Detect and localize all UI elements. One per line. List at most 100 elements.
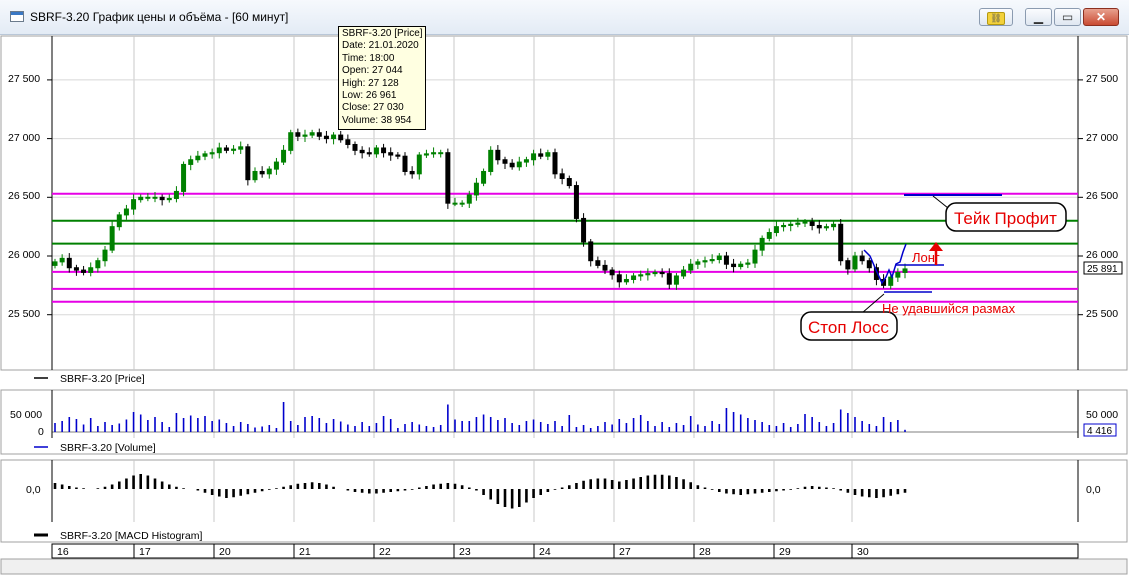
candle-body — [773, 226, 779, 234]
candle-body — [852, 255, 858, 270]
candle-body — [902, 268, 908, 273]
candle-body — [95, 260, 101, 269]
candle-body — [395, 154, 401, 157]
candle-body — [366, 152, 372, 155]
candle-body — [152, 196, 158, 199]
candle-body — [373, 147, 379, 155]
candle-body — [516, 161, 522, 168]
candle[interactable] — [245, 143, 251, 186]
candle-body — [145, 196, 151, 199]
pin-button[interactable]: ⛓ — [979, 8, 1013, 26]
horizontal-scrollbar[interactable] — [0, 558, 1128, 575]
candle-body — [216, 147, 222, 154]
stop-loss-label: Стоп Лосс — [808, 318, 889, 337]
candle-body — [66, 257, 72, 269]
y-tick-left: 26 000 — [8, 249, 40, 261]
candle-body — [623, 278, 629, 283]
minimize-button[interactable]: ▁ — [1025, 8, 1052, 26]
candle-tooltip: SBRF-3.20 [Price] Date: 21.01.2020 Time:… — [338, 26, 426, 130]
candle-body — [895, 271, 901, 278]
date-label: 28 — [699, 546, 711, 558]
candle-body — [73, 267, 79, 271]
candle-body — [345, 139, 351, 145]
candle-body — [752, 249, 758, 264]
chart-window-icon — [10, 11, 24, 22]
candle-body — [438, 152, 444, 155]
price-legend: SBRF-3.20 [Price] — [60, 373, 145, 385]
candle-body — [445, 152, 451, 204]
candle-body — [488, 149, 494, 172]
candle-body — [495, 149, 501, 161]
candle-body — [245, 146, 251, 181]
date-label: 22 — [379, 546, 391, 558]
candle[interactable] — [481, 168, 487, 187]
price-panel[interactable]: 27 500 27 000 26 500 26 000 25 500 27 50… — [0, 35, 1128, 385]
maximize-button[interactable]: ▭ — [1054, 8, 1081, 26]
tooltip-line: Open: 27 044 — [342, 65, 403, 77]
candle-body — [731, 263, 737, 268]
candle-body — [831, 223, 837, 228]
candle-body — [559, 173, 565, 180]
candle-body — [716, 255, 722, 261]
candle-body — [338, 134, 344, 141]
candle-body — [638, 274, 644, 277]
candle-body — [759, 237, 765, 251]
macd-tick-right: 0,0 — [1086, 484, 1101, 496]
candle-body — [381, 147, 387, 154]
candle-body — [531, 153, 537, 161]
chart-area[interactable]: 27 500 27 000 26 500 26 000 25 500 27 50… — [0, 35, 1129, 575]
candle-body — [195, 155, 201, 161]
tooltip-line: Volume: 38 954 — [342, 114, 412, 126]
candle-body — [602, 264, 608, 271]
y-tick-left: 27 500 — [8, 73, 40, 85]
candle[interactable] — [581, 213, 587, 247]
tooltip-line: High: 27 128 — [342, 77, 399, 89]
candle-body — [738, 263, 744, 268]
date-label: 27 — [619, 546, 631, 558]
volume-panel[interactable]: 50 000 0 50 000 4 416 SBRF-3.20 [Volume] — [0, 389, 1128, 455]
volume-tick-left-zero: 0 — [38, 426, 44, 438]
candle-body — [159, 196, 165, 201]
minimize-icon: ▁ — [1033, 10, 1044, 24]
candle-body — [188, 159, 194, 165]
time-axis[interactable]: 16 17 20 21 22 23 24 27 28 29 30 — [0, 543, 1128, 575]
candle-body — [331, 134, 337, 140]
candle-body — [845, 260, 851, 270]
y-tick-left: 26 500 — [8, 190, 40, 202]
volume-tick-left: 50 000 — [10, 409, 42, 421]
long-label: Лонг — [912, 250, 940, 265]
candle-body — [116, 214, 122, 228]
volume-panel-frame — [0, 389, 1128, 455]
y-tick-right: 27 500 — [1086, 73, 1118, 85]
candle-body — [766, 232, 772, 239]
volume-legend: SBRF-3.20 [Volume] — [60, 442, 156, 454]
candle-body — [181, 163, 187, 192]
candle-body — [809, 221, 815, 226]
candle-body — [223, 147, 229, 151]
candle[interactable] — [288, 129, 294, 155]
candle-body — [123, 208, 129, 216]
candle-body — [866, 260, 872, 269]
candle-body — [723, 255, 729, 265]
candle-body — [431, 152, 437, 155]
tooltip-line: Close: 27 030 — [342, 102, 404, 114]
candle-body — [288, 132, 294, 151]
close-button[interactable]: ✕ — [1083, 8, 1119, 26]
date-label: 30 — [857, 546, 869, 558]
y-tick-right: 25 500 — [1086, 308, 1118, 320]
candle-body — [109, 226, 115, 251]
candle[interactable] — [838, 219, 844, 266]
candle[interactable] — [445, 148, 451, 209]
y-tick-right: 26 000 — [1086, 249, 1118, 261]
candle-body — [616, 274, 622, 283]
candle-body — [173, 190, 179, 199]
candle-body — [702, 260, 708, 263]
candle[interactable] — [181, 161, 187, 197]
candle[interactable] — [552, 148, 558, 179]
candle-body — [545, 152, 551, 157]
take-profit-label: Тейк Профит — [954, 209, 1057, 228]
candle[interactable] — [488, 146, 494, 176]
candle[interactable] — [573, 181, 579, 223]
candle-body — [609, 269, 615, 276]
macd-panel[interactable]: 0,0 0,0 SBRF-3.20 [MACD Histogram] — [0, 459, 1128, 543]
